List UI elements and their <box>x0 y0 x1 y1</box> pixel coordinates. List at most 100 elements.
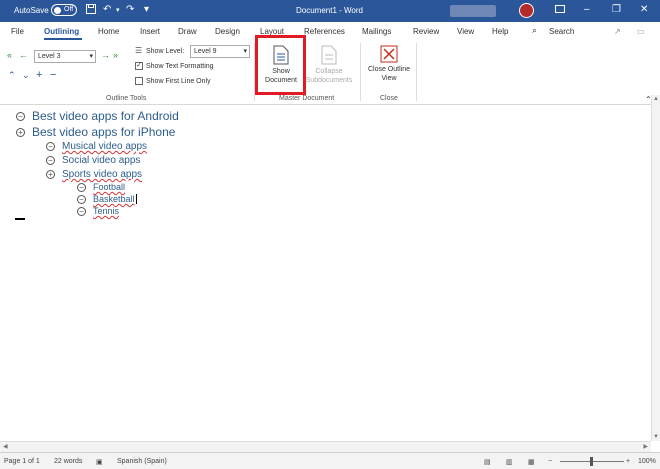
customize-toolbar-icon[interactable]: ▾ <box>144 4 149 15</box>
close-outline-view-button[interactable]: Close Outline View <box>364 43 414 83</box>
comments-icon[interactable]: ▭ <box>637 27 645 36</box>
search-label[interactable]: Search <box>549 27 574 36</box>
promote-icon[interactable]: ← <box>19 50 28 60</box>
outline-level-select[interactable]: Level 3 ▾ <box>34 50 96 63</box>
undo-dropdown-icon[interactable]: ▾ <box>116 6 120 14</box>
outline-item[interactable]: − Tennis <box>77 206 119 216</box>
language[interactable]: Spanish (Spain) <box>117 458 167 465</box>
horizontal-scrollbar[interactable]: ◀ ▶ <box>0 441 651 452</box>
collapse-minus-icon[interactable]: − <box>77 206 86 216</box>
divider <box>360 43 361 101</box>
tab-insert[interactable]: Insert <box>140 27 160 36</box>
outline-item[interactable]: − Best video apps for Android <box>16 109 179 123</box>
move-up-icon[interactable]: ⌃ <box>8 70 16 81</box>
show-first-line-only-checkbox[interactable] <box>135 77 143 85</box>
word-count[interactable]: 22 words <box>54 458 82 465</box>
outline-item[interactable]: − Social video apps <box>46 155 140 166</box>
outline-item-text: Sports video apps <box>62 169 143 180</box>
tab-review[interactable]: Review <box>413 27 439 36</box>
avatar[interactable] <box>519 3 534 18</box>
tab-home[interactable]: Home <box>98 27 119 36</box>
ribbon-display-icon[interactable] <box>555 4 565 17</box>
undo-icon[interactable]: ↶ <box>103 4 111 15</box>
collapse-icon[interactable]: − <box>50 69 56 81</box>
save-icon[interactable] <box>86 4 96 17</box>
collapse-minus-icon[interactable]: − <box>77 182 86 192</box>
zoom-slider-thumb[interactable] <box>590 457 593 466</box>
outline-level-value: Level 3 <box>38 53 61 60</box>
promote-to-heading1-icon[interactable]: « <box>7 50 12 60</box>
outline-tools-group-label: Outline Tools <box>106 95 147 102</box>
close-group-label: Close <box>380 95 398 102</box>
outline-item[interactable]: − Football <box>77 182 125 192</box>
close-window-button[interactable]: ✕ <box>640 4 648 15</box>
outline-item[interactable]: − Basketball <box>77 194 137 204</box>
show-level-icon: ☰ <box>135 46 143 55</box>
outline-item[interactable]: + Best video apps for iPhone <box>16 125 175 139</box>
scroll-left-icon[interactable]: ◀ <box>3 443 8 450</box>
title-bar: AutoSave Off ↶ ▾ ↷ ▾ Document1 - Word – … <box>0 0 660 22</box>
scroll-down-icon[interactable]: ▼ <box>652 434 660 440</box>
account-name <box>450 5 496 17</box>
zoom-in-icon[interactable]: + <box>626 458 630 465</box>
search-icon[interactable]: ⌕ <box>532 25 537 36</box>
master-document-group-label: Master Document <box>279 95 335 102</box>
tab-draw[interactable]: Draw <box>178 27 197 36</box>
collapse-subdocuments-button[interactable]: Collapse Subdocuments <box>304 43 354 85</box>
collapse-minus-icon[interactable]: − <box>46 142 55 151</box>
tab-help[interactable]: Help <box>492 27 508 36</box>
print-layout-icon[interactable]: ▥ <box>506 458 513 466</box>
document-title: Document1 - Word <box>296 6 363 15</box>
vertical-scrollbar[interactable]: ▲ ▼ <box>651 95 660 441</box>
expand-plus-icon[interactable]: + <box>46 170 55 179</box>
show-text-formatting-label[interactable]: Show Text Formatting <box>146 63 214 70</box>
outline-item[interactable]: + Sports video apps <box>46 169 142 180</box>
expand-icon[interactable]: + <box>36 69 42 81</box>
share-icon[interactable]: ↗ <box>614 27 621 36</box>
maximize-button[interactable]: ❐ <box>612 4 621 15</box>
proofing-icon[interactable]: ▣ <box>96 458 103 466</box>
collapse-minus-icon[interactable]: − <box>46 156 55 165</box>
outline-item-text: Basketball <box>93 194 135 204</box>
focus-mode-icon[interactable]: ▤ <box>484 458 491 466</box>
redo-icon[interactable]: ↷ <box>126 4 134 15</box>
tab-design[interactable]: Design <box>215 27 240 36</box>
scroll-up-icon[interactable]: ▲ <box>652 96 660 102</box>
tab-mailings[interactable]: Mailings <box>362 27 391 36</box>
tab-view[interactable]: View <box>457 27 474 36</box>
move-down-icon[interactable]: ⌄ <box>22 70 30 81</box>
show-document-highlight <box>255 35 306 95</box>
tab-references[interactable]: References <box>304 27 345 36</box>
zoom-out-icon[interactable]: − <box>548 458 552 465</box>
document-area[interactable]: − Best video apps for Android + Best vid… <box>0 105 660 441</box>
outline-item-text: Best video apps for iPhone <box>32 125 176 139</box>
collapse-subdocuments-label: Collapse Subdocuments <box>305 68 353 84</box>
demote-icon[interactable]: → <box>101 50 110 60</box>
page-count[interactable]: Page 1 of 1 <box>4 458 40 465</box>
end-of-document-mark <box>15 218 25 220</box>
show-first-line-only-label[interactable]: Show First Line Only <box>146 78 211 85</box>
zoom-level[interactable]: 100% <box>638 458 656 465</box>
expand-plus-icon[interactable]: + <box>16 127 25 137</box>
outline-item-text: Tennis <box>93 206 120 216</box>
close-outline-view-label: Close Outline View <box>367 66 411 82</box>
scroll-right-icon[interactable]: ▶ <box>643 443 648 450</box>
outline-item-text: Football <box>93 182 126 192</box>
outline-item-text: Best video apps for Android <box>32 109 179 123</box>
ribbon: « ← Level 3 ▾ → » ⌃ ⌄ + − ☰ Show Level: … <box>0 41 660 105</box>
tab-file[interactable]: File <box>11 27 24 36</box>
autosave-toggle[interactable]: Off <box>51 4 77 16</box>
show-text-formatting-checkbox[interactable]: ✓ <box>135 62 143 70</box>
collapse-minus-icon[interactable]: − <box>77 194 86 204</box>
collapse-minus-icon[interactable]: − <box>16 111 25 121</box>
demote-to-body-icon[interactable]: » <box>113 50 118 60</box>
web-layout-icon[interactable]: ▦ <box>528 458 535 466</box>
show-level-select[interactable]: Level 9 ▾ <box>190 45 250 58</box>
subdocument-icon <box>321 45 337 65</box>
outline-item[interactable]: − Musical video apps <box>46 141 147 152</box>
status-bar: Page 1 of 1 22 words ▣ Spanish (Spain) ▤… <box>0 452 660 469</box>
minimize-button[interactable]: – <box>584 4 590 15</box>
autosave-label: AutoSave <box>14 6 49 15</box>
tab-outlining[interactable]: Outlining <box>44 27 79 36</box>
autosave-state: Off <box>64 6 74 13</box>
